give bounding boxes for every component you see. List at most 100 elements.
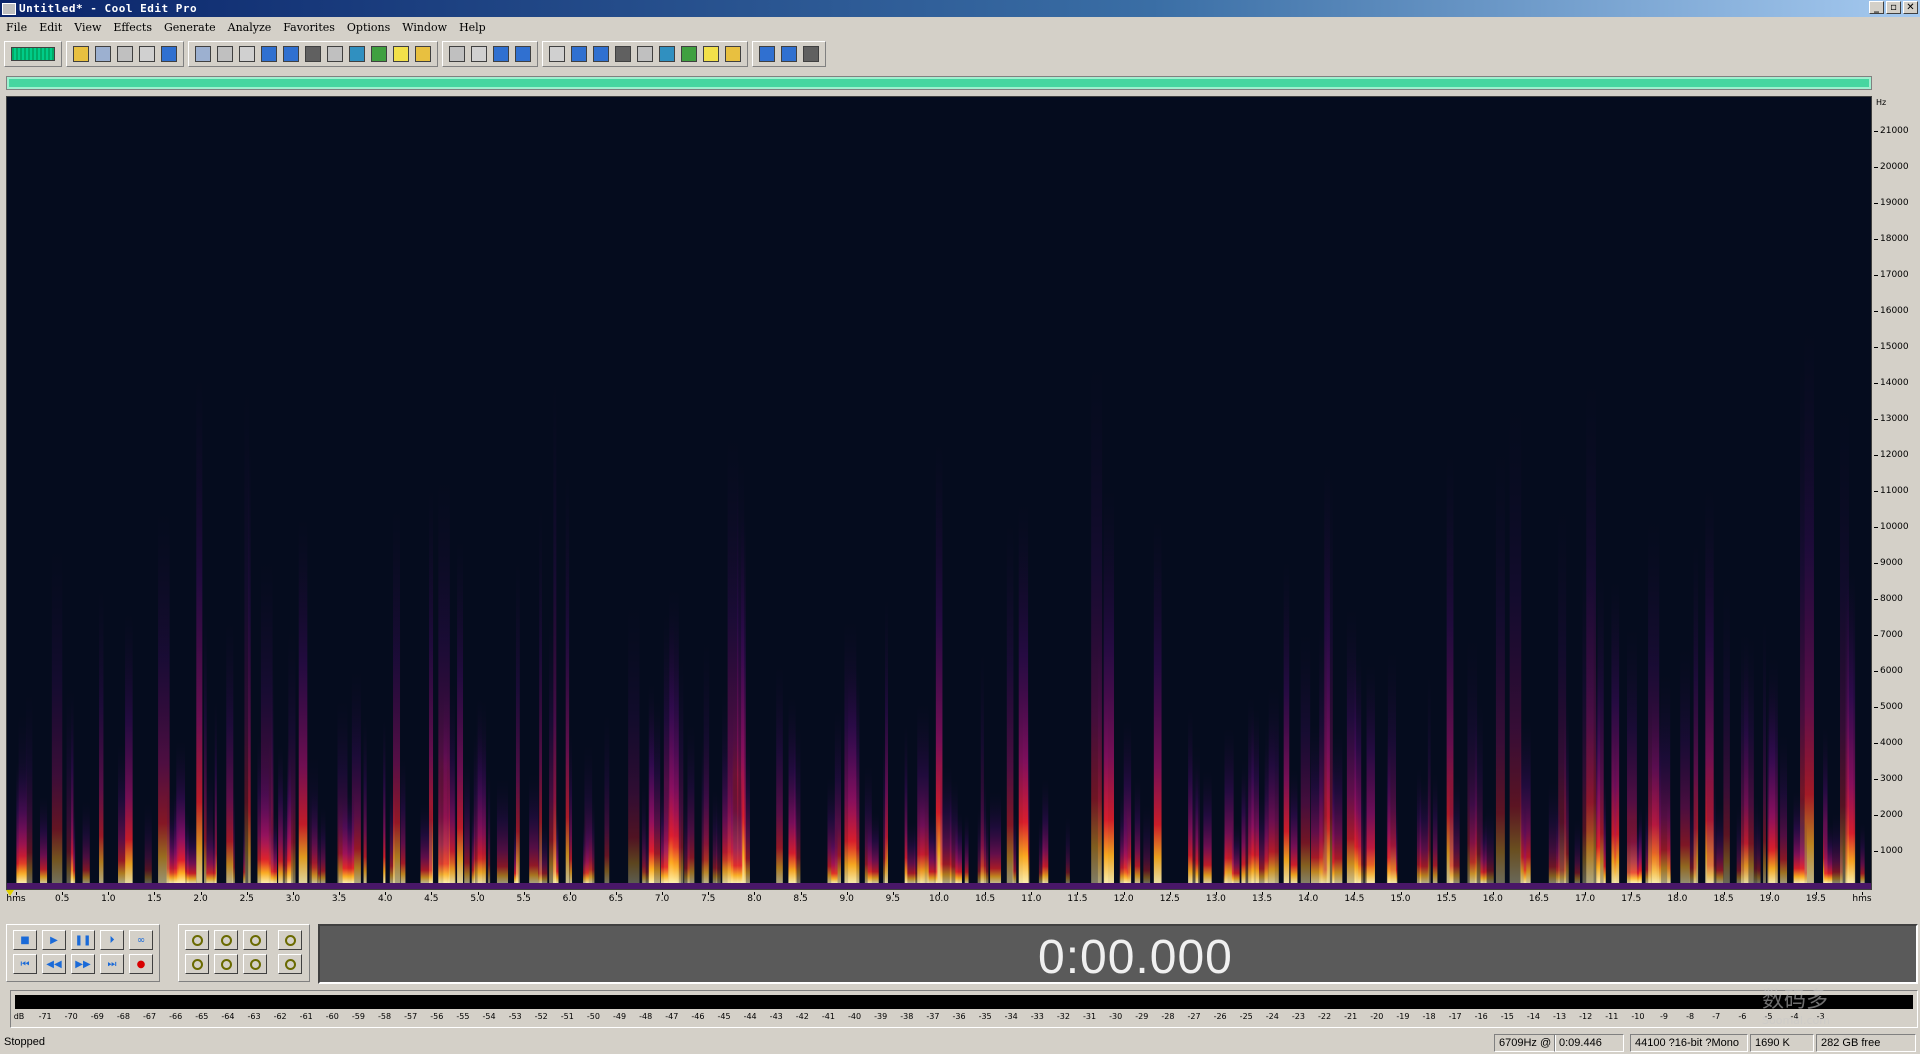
pause-button[interactable]: ❚❚ bbox=[71, 930, 95, 950]
play-to-end-button[interactable]: ⏵ bbox=[100, 930, 124, 950]
stop-button[interactable]: ■ bbox=[13, 930, 37, 950]
level-meter-label: -62 bbox=[273, 1012, 287, 1021]
undo-icon-glyph bbox=[195, 46, 211, 62]
crop-icon[interactable] bbox=[390, 43, 412, 65]
zoom-full-button[interactable] bbox=[243, 930, 267, 950]
save-all-icon[interactable] bbox=[136, 43, 158, 65]
cue-list-icon[interactable] bbox=[490, 43, 512, 65]
playlist-icon[interactable] bbox=[512, 43, 534, 65]
undo-icon[interactable] bbox=[192, 43, 214, 65]
mix-paste-icon[interactable] bbox=[368, 43, 390, 65]
menu-edit[interactable]: Edit bbox=[33, 21, 68, 34]
rewind-button[interactable]: ◀◀ bbox=[42, 954, 66, 974]
level-meter-label: -57 bbox=[404, 1012, 418, 1021]
help-icon[interactable] bbox=[800, 43, 822, 65]
open-icon[interactable] bbox=[92, 43, 114, 65]
preferences-icon[interactable] bbox=[756, 43, 778, 65]
repeat-icon[interactable] bbox=[236, 43, 258, 65]
time-format-icon-glyph bbox=[659, 46, 675, 62]
zoom-icon[interactable] bbox=[634, 43, 656, 65]
playhead-marker[interactable] bbox=[6, 890, 14, 896]
menu-file[interactable]: File bbox=[0, 21, 33, 34]
spectral-burst bbox=[464, 757, 470, 883]
spectral-burst bbox=[244, 382, 250, 883]
spectral-burst bbox=[40, 796, 48, 883]
restore-button[interactable]: ▫ bbox=[1886, 1, 1901, 14]
zoom-to-left-button[interactable] bbox=[185, 954, 209, 974]
cut-icon[interactable] bbox=[302, 43, 324, 65]
spectral-burst bbox=[203, 610, 207, 883]
time-tick-label: 14.5 bbox=[1344, 894, 1365, 904]
time-format-icon[interactable] bbox=[656, 43, 678, 65]
waveform-view-icon[interactable] bbox=[546, 43, 568, 65]
level-meter-label: -65 bbox=[195, 1012, 209, 1021]
time-ruler[interactable]: hms 0.5 1.0 1.5 2.0 2.5 3.0 3.5 4.0 4.5 5.0 5.5 6.0 6… bbox=[6, 890, 1872, 912]
menu-view[interactable]: View bbox=[68, 21, 107, 34]
spectrogram-display[interactable] bbox=[6, 96, 1872, 890]
go-to-start-button[interactable]: ⏮ bbox=[13, 954, 37, 974]
spectral-burst bbox=[125, 613, 133, 883]
scripts-icon[interactable] bbox=[612, 43, 634, 65]
level-meter-label: -17 bbox=[1448, 1012, 1462, 1021]
playlist-icon-glyph bbox=[515, 46, 531, 62]
properties-icon[interactable] bbox=[778, 43, 800, 65]
time-tick-label: 19.5 bbox=[1805, 894, 1826, 904]
minimize-button[interactable]: _ bbox=[1869, 1, 1884, 14]
paste-icon[interactable] bbox=[324, 43, 346, 65]
play-button[interactable]: ▶ bbox=[42, 930, 66, 950]
copy-to-new-icon[interactable] bbox=[258, 43, 280, 65]
spectral-burst bbox=[393, 507, 401, 883]
overview-bar[interactable] bbox=[6, 76, 1872, 90]
close-icon[interactable] bbox=[158, 43, 180, 65]
zoom-controls bbox=[178, 924, 310, 982]
time-tick-mark bbox=[615, 892, 617, 895]
zoom-in-horizontal-button[interactable] bbox=[185, 930, 209, 950]
copy-icon[interactable] bbox=[280, 43, 302, 65]
zoom-out-vertical-button[interactable] bbox=[278, 954, 302, 974]
paste-new-icon[interactable] bbox=[346, 43, 368, 65]
display-icon[interactable] bbox=[678, 43, 700, 65]
menu-effects[interactable]: Effects bbox=[107, 21, 158, 34]
go-to-end-button[interactable]: ⏭ bbox=[100, 954, 124, 974]
overview-range[interactable] bbox=[9, 79, 1869, 87]
app-icon bbox=[2, 2, 16, 15]
loop-button[interactable]: ∞ bbox=[129, 930, 153, 950]
spectral-burst bbox=[1689, 789, 1697, 883]
new-icon[interactable] bbox=[70, 43, 92, 65]
time-tick-mark bbox=[339, 892, 341, 895]
spectral-burst bbox=[1586, 378, 1596, 883]
redo-icon[interactable] bbox=[214, 43, 236, 65]
fast-forward-button[interactable]: ▶▶ bbox=[71, 954, 95, 974]
settings-icon[interactable] bbox=[722, 43, 744, 65]
envelope-icon[interactable] bbox=[446, 43, 468, 65]
multitrack-toggle[interactable] bbox=[8, 43, 58, 65]
menu-generate[interactable]: Generate bbox=[158, 21, 222, 34]
time-tick-mark bbox=[1862, 892, 1863, 895]
spectral-burst bbox=[515, 559, 520, 883]
menu-favorites[interactable]: Favorites bbox=[277, 21, 341, 34]
spectral-view-icon[interactable] bbox=[568, 43, 590, 65]
spectral-burst bbox=[1242, 757, 1253, 883]
menu-window[interactable]: Window bbox=[396, 21, 453, 34]
record-button[interactable]: ● bbox=[129, 954, 153, 974]
zoom-out-horizontal-button[interactable] bbox=[214, 930, 238, 950]
spectral-burst bbox=[684, 790, 690, 883]
transport-controls: ■ ▶ ❚❚ ⏵ ∞ ⏮ ◀◀ ▶▶ ⏭ ● bbox=[6, 924, 160, 982]
spectral-burst bbox=[1840, 399, 1849, 883]
trim-icon[interactable] bbox=[412, 43, 434, 65]
menu-analyze[interactable]: Analyze bbox=[222, 21, 278, 34]
save-icon[interactable] bbox=[114, 43, 136, 65]
zoom-selection-button[interactable] bbox=[243, 954, 267, 974]
level-meter-label: -60 bbox=[325, 1012, 339, 1021]
cue-icon[interactable] bbox=[468, 43, 490, 65]
zoom-to-right-button[interactable] bbox=[214, 954, 238, 974]
menu-options[interactable]: Options bbox=[341, 21, 396, 34]
stats-icon[interactable] bbox=[700, 43, 722, 65]
frequency-analysis-icon[interactable] bbox=[590, 43, 612, 65]
zoom-in-vertical-button[interactable] bbox=[278, 930, 302, 950]
level-meter-label: -54 bbox=[482, 1012, 496, 1021]
cue-list-icon-glyph bbox=[493, 46, 509, 62]
spectral-burst bbox=[1143, 804, 1151, 883]
close-button[interactable]: ✕ bbox=[1903, 1, 1918, 14]
menu-help[interactable]: Help bbox=[453, 21, 492, 34]
